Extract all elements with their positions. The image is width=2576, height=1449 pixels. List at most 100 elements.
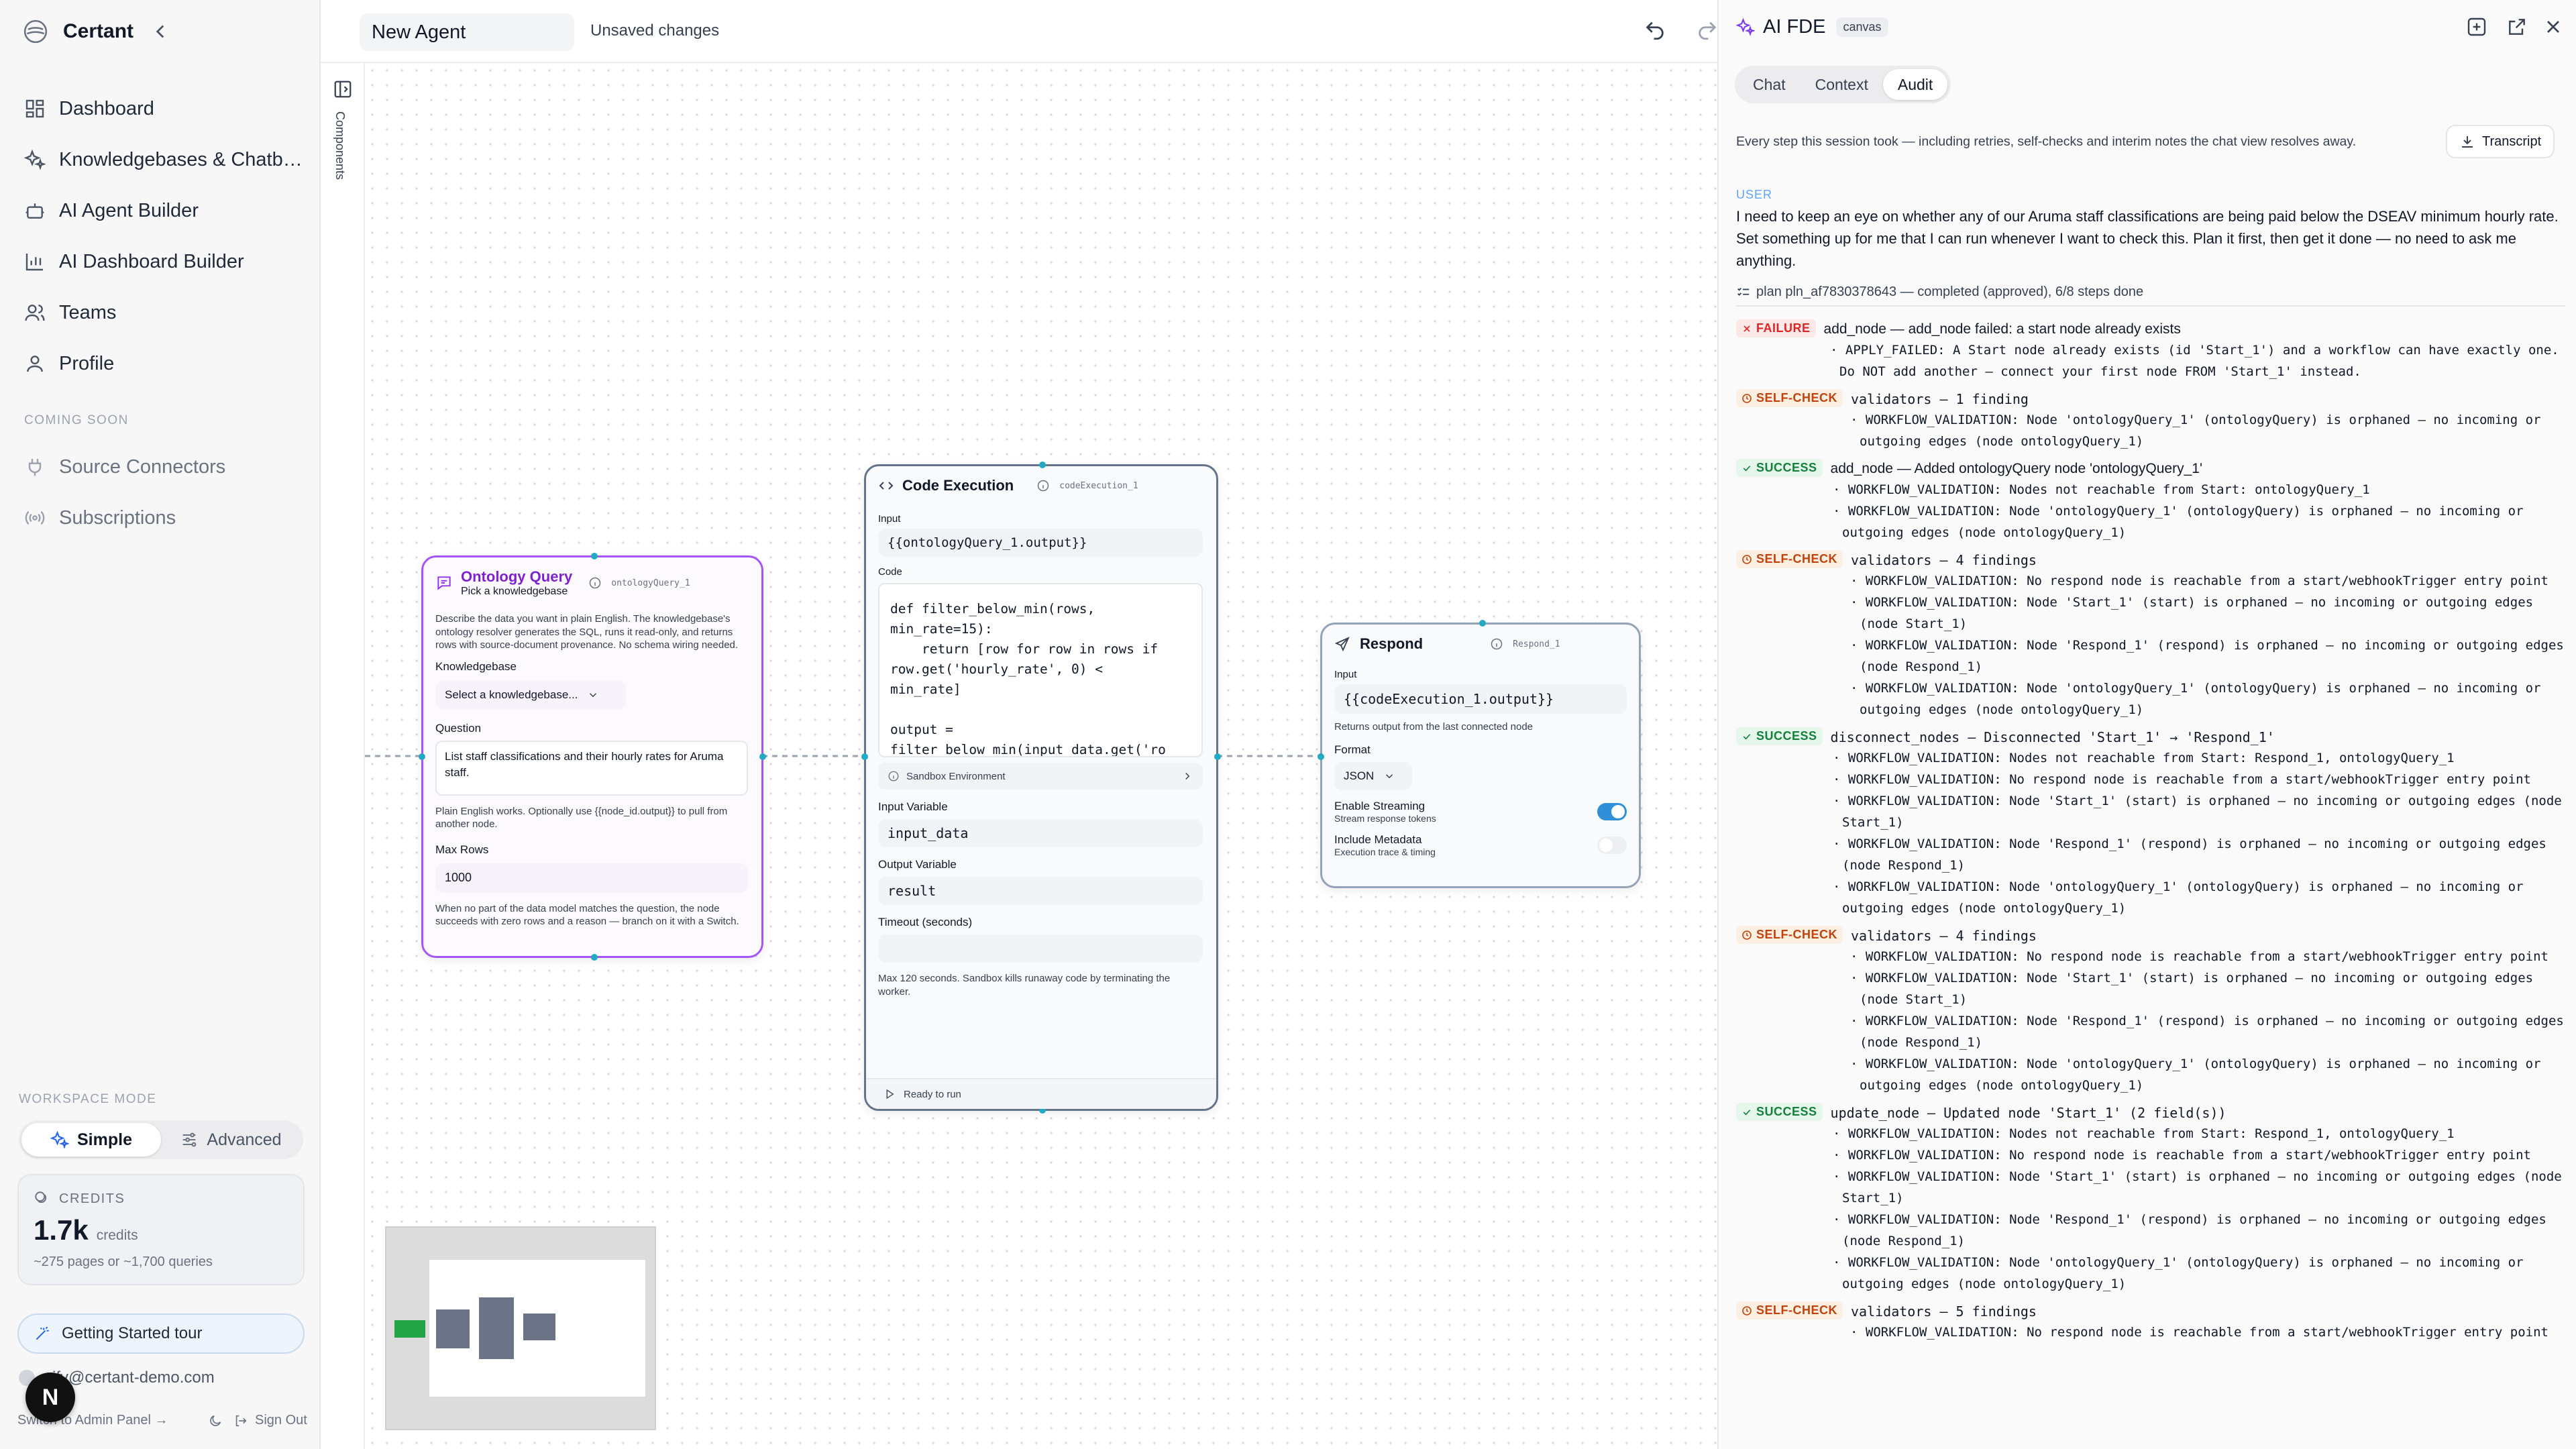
code-editor[interactable]: def filter_below_min(rows, min_rate=15):…: [878, 583, 1203, 757]
nav-item-source-connectors[interactable]: Source Connectors: [24, 441, 306, 492]
clock-icon: [1742, 554, 1752, 564]
new-chat-icon[interactable]: [2466, 16, 2487, 38]
mode-simple-button[interactable]: Simple: [21, 1123, 161, 1157]
tab-chat[interactable]: Chat: [1738, 69, 1801, 100]
agent-name-input[interactable]: New Agent: [360, 13, 574, 51]
user-message: I need to keep an eye on whether any of …: [1736, 208, 2559, 269]
audit-event: SELF-CHECK validators — 5 findings · WORKF…: [1736, 1301, 2568, 1343]
audit-event-header: SELF-CHECK validators — 1 finding: [1736, 389, 2568, 409]
sidebar: Certant Dashboard Knowledgebases & Chatb…: [0, 0, 321, 1449]
audit-finding: · WORKFLOW_VALIDATION: Node 'ontologyQue…: [1850, 681, 2541, 717]
tour-label: Getting Started tour: [62, 1324, 203, 1342]
node-id: Respond_1: [1513, 639, 1560, 649]
timeout-input[interactable]: [878, 934, 1203, 963]
info-icon[interactable]: [1036, 479, 1050, 492]
output-handle[interactable]: [759, 753, 766, 760]
audit-findings: · WORKFLOW_VALIDATION: Node 'ontologyQue…: [1736, 409, 2568, 452]
bottom-handle[interactable]: [591, 954, 598, 961]
moon-icon[interactable]: [208, 1413, 223, 1428]
clock-icon: [1742, 393, 1752, 403]
audit-finding: · WORKFLOW_VALIDATION: Node 'Respond_1' …: [1850, 638, 2564, 674]
nav-label: Subscriptions: [59, 506, 176, 529]
tab-context[interactable]: Context: [1801, 69, 1883, 100]
sandbox-environment-toggle[interactable]: Sandbox Environment: [878, 763, 1203, 790]
open-external-icon[interactable]: [2506, 16, 2528, 38]
send-icon: [1334, 637, 1350, 652]
nav-item-ai-dashboard-builder[interactable]: AI Dashboard Builder: [24, 236, 306, 287]
panel-toggle-icon[interactable]: [333, 79, 353, 99]
kb-select[interactable]: Select a knowledgebase...: [435, 680, 626, 710]
audit-findings: · WORKFLOW_VALIDATION: Nodes not reachab…: [1736, 1123, 2568, 1295]
nav-item-subscriptions[interactable]: Subscriptions: [24, 492, 306, 543]
nav-item-ai-agent-builder[interactable]: AI Agent Builder: [24, 185, 306, 236]
input-handle[interactable]: [1318, 753, 1324, 760]
mode-simple-label: Simple: [77, 1130, 132, 1149]
output-variable-input[interactable]: result: [878, 877, 1203, 905]
format-select[interactable]: JSON: [1334, 761, 1412, 790]
avatar[interactable]: N: [25, 1373, 75, 1422]
brand[interactable]: Certant: [23, 17, 133, 46]
nav-label: AI Dashboard Builder: [59, 250, 244, 272]
nav-item-dashboard[interactable]: Dashboard: [24, 83, 306, 134]
audit-event: FAILURE add_node — add_node failed: a sta…: [1736, 319, 2568, 382]
transcript-button[interactable]: Transcript: [2446, 125, 2555, 158]
nav-label: Teams: [59, 301, 117, 323]
tab-audit[interactable]: Audit: [1882, 69, 1948, 100]
status-badge-label: SELF-CHECK: [1756, 552, 1837, 566]
input-field[interactable]: {{ontologyQuery_1.output}}: [878, 529, 1203, 557]
audit-findings: · WORKFLOW_VALIDATION: Nodes not reachab…: [1736, 479, 2568, 543]
output-handle[interactable]: [1214, 753, 1221, 760]
audit-description: Every step this session took — including…: [1736, 134, 2357, 149]
metadata-toggle[interactable]: [1597, 836, 1627, 854]
top-handle[interactable]: [1039, 462, 1046, 468]
top-handle[interactable]: [591, 553, 598, 559]
minimap[interactable]: [385, 1226, 656, 1430]
input-label: Input: [1334, 669, 1357, 680]
credits-unit: credits: [96, 1228, 138, 1243]
components-label[interactable]: Components: [333, 111, 347, 180]
top-handle[interactable]: [1479, 620, 1486, 627]
check-icon: [1743, 733, 1751, 739]
respond-node[interactable]: Respond Respond_1 Input {{codeExecution_…: [1318, 620, 1641, 888]
nav-label: Profile: [59, 352, 115, 374]
status-badge-label: SELF-CHECK: [1756, 1303, 1837, 1317]
node-title: Respond: [1360, 635, 1424, 652]
signout-link[interactable]: Sign Out: [255, 1413, 307, 1428]
input-field[interactable]: {{codeExecution_1.output}}: [1334, 684, 1627, 714]
nav-item-teams[interactable]: Teams: [24, 287, 306, 338]
ontology-query-node[interactable]: Ontology Query Pick a knowledgebase onto…: [419, 553, 766, 961]
question-textarea[interactable]: List staff classifications and their hou…: [435, 740, 748, 796]
audit-finding: · WORKFLOW_VALIDATION: Node 'ontologyQue…: [1850, 413, 2541, 449]
code-execution-node[interactable]: Code Execution codeExecution_1 Input {{o…: [861, 462, 1221, 1114]
info-icon[interactable]: [588, 576, 602, 590]
info-icon[interactable]: [1490, 637, 1503, 651]
audit-event: SUCCESS update_node — Updated node 'Start…: [1736, 1103, 2568, 1295]
getting-started-tour-button[interactable]: Getting Started tour: [17, 1313, 305, 1354]
redo-icon[interactable]: [1696, 19, 1719, 42]
chart-icon: [25, 254, 43, 271]
audit-event-title: validators — 4 findings: [1851, 928, 2037, 944]
input-variable-input[interactable]: input_data: [878, 819, 1203, 847]
status-badge-label: SELF-CHECK: [1756, 391, 1837, 405]
audit-event-header: SUCCESS add_node — Added ontologyQuery no…: [1736, 459, 2568, 479]
credits-value: 1.7k: [34, 1214, 89, 1246]
audit-event-title: add_node — Added ontologyQuery node 'ont…: [1830, 461, 2202, 476]
input-handle[interactable]: [861, 753, 868, 760]
clock-icon: [1742, 1305, 1752, 1316]
minimap-node-ontology: [436, 1309, 470, 1348]
chevron-left-icon[interactable]: [149, 20, 172, 43]
nav-item-profile[interactable]: Profile: [24, 338, 306, 389]
workflow-canvas[interactable]: Ontology Query Pick a knowledgebase onto…: [365, 63, 1717, 1449]
max-rows-input[interactable]: 1000: [435, 863, 748, 893]
input-handle[interactable]: [419, 753, 425, 760]
undo-icon[interactable]: [1644, 19, 1666, 42]
mode-advanced-button[interactable]: Advanced: [161, 1123, 301, 1157]
toggle-knob: [1611, 804, 1625, 818]
audit-event: SUCCESS add_node — Added ontologyQuery no…: [1736, 459, 2568, 543]
close-icon[interactable]: [2542, 16, 2564, 38]
audit-event: SELF-CHECK validators — 1 finding · WORKFL…: [1736, 389, 2568, 452]
streaming-toggle[interactable]: [1597, 802, 1627, 820]
nav-item-knowledgebases[interactable]: Knowledgebases & Chatb…: [24, 134, 306, 185]
audit-finding: · WORKFLOW_VALIDATION: Node 'Respond_1' …: [1850, 1014, 2564, 1050]
audit-finding: · WORKFLOW_VALIDATION: Node 'Start_1' (s…: [1850, 971, 2534, 1007]
